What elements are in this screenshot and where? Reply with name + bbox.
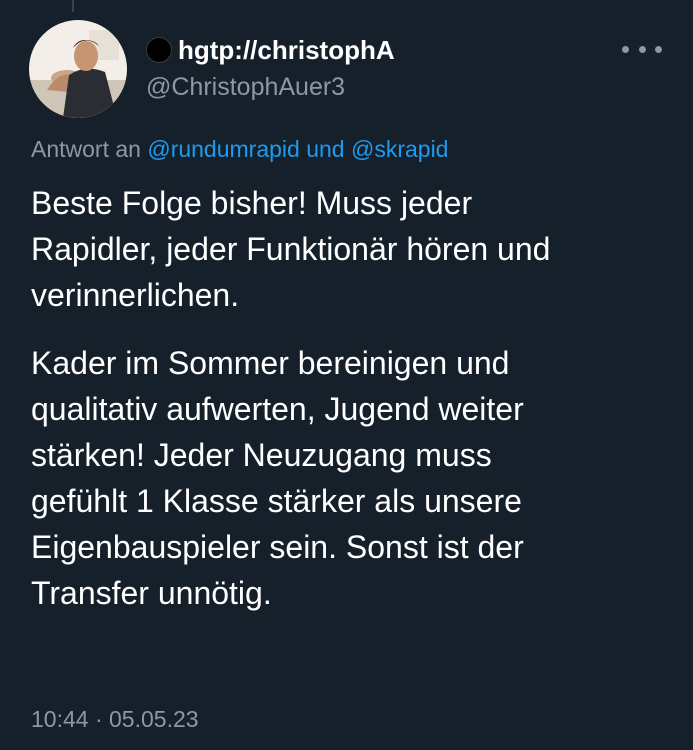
reply-mention-skrapid[interactable]: @skrapid — [351, 136, 449, 162]
tweet-text: Beste Folge bisher! Muss jeder Rapidler,… — [31, 180, 681, 616]
reply-context: Antwort an @rundumrapid und @skrapid — [31, 132, 448, 166]
thread-connector-line — [72, 0, 74, 12]
author-display-name[interactable]: hgtp://christophA — [178, 33, 395, 67]
tweet-timestamp[interactable]: 10:44 · 05.05.23 — [31, 702, 199, 736]
more-dot — [638, 45, 646, 53]
tweet-paragraph-2: Kader im Sommer bereinigen und qualitati… — [31, 345, 524, 611]
reply-mention-rundumrapid[interactable]: @rundumrapid — [147, 136, 299, 162]
author-handle[interactable]: @ChristophAuer3 — [146, 70, 345, 104]
avatar-photo — [29, 20, 127, 118]
timestamp-separator: · — [94, 706, 103, 732]
more-options-icon[interactable] — [622, 37, 662, 61]
author-name-row[interactable]: hgtp://christophA — [146, 33, 395, 67]
reply-conjunction: und — [306, 136, 345, 162]
more-dot — [622, 45, 629, 53]
black-circle-icon — [146, 37, 172, 63]
tweet-paragraph-1: Beste Folge bisher! Muss jeder Rapidler,… — [31, 185, 551, 313]
tweet-time[interactable]: 10:44 — [31, 706, 89, 732]
more-dot — [655, 45, 662, 53]
avatar[interactable] — [29, 20, 127, 118]
reply-prefix: Antwort an — [31, 136, 141, 162]
tweet-date[interactable]: 05.05.23 — [109, 706, 199, 732]
